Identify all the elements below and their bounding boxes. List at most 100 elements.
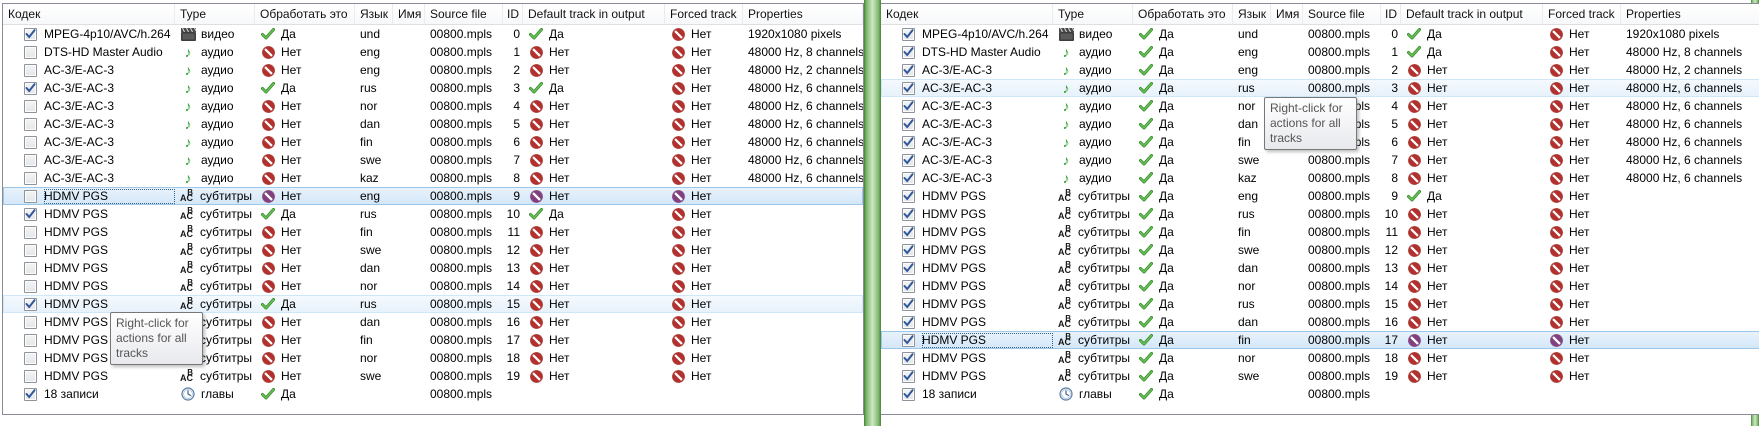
table-row[interactable]: HDMV PGS B AC субтитры Да dan 00800.mpls 1… xyxy=(881,313,1759,331)
table-row[interactable]: AC-3/E-AC-3 ♪ аудио Нет swe 00800.mpls 7 … xyxy=(3,151,863,169)
column-header[interactable]: Язык xyxy=(1233,4,1271,25)
table-row[interactable]: 18 записи главы Да 00800.mpls xyxy=(3,385,863,403)
track-checkbox[interactable] xyxy=(24,333,37,347)
track-checkbox[interactable] xyxy=(902,387,915,401)
table-row[interactable]: HDMV PGS BACсубтитры Нет dan 00800.mpls … xyxy=(3,259,863,277)
table-row[interactable]: 18 записи главы Да 00800.mpls xyxy=(881,385,1759,403)
table-row[interactable]: HDMV PGS B AC субтитры Да swe 00800.mpls 1… xyxy=(881,367,1759,385)
table-row[interactable]: AC-3/E-AC-3 ♪ аудио Да kaz 00800.mpls 8 Н… xyxy=(881,169,1759,187)
column-header[interactable]: Обработать это xyxy=(255,4,355,25)
track-checkbox[interactable] xyxy=(24,225,37,239)
table-row[interactable]: AC-3/E-AC-3 ♪ аудио Нет nor 00800.mpls 4 … xyxy=(3,97,863,115)
track-checkbox[interactable] xyxy=(24,117,37,131)
table-row[interactable]: HDMV PGS B AC субтитры Да swe 00800.mpls 1… xyxy=(881,241,1759,259)
track-checkbox[interactable] xyxy=(902,27,915,41)
track-checkbox[interactable] xyxy=(24,351,37,365)
track-checkbox[interactable] xyxy=(902,297,915,311)
table-row[interactable]: AC-3/E-AC-3 ♪ аудио Да rus 00800.mpls 3 Н… xyxy=(881,79,1759,97)
track-checkbox[interactable] xyxy=(902,225,915,239)
track-checkbox[interactable] xyxy=(902,369,915,383)
track-checkbox[interactable] xyxy=(24,81,37,95)
column-header[interactable]: Forced track xyxy=(665,4,743,25)
track-checkbox[interactable] xyxy=(902,243,915,257)
column-header[interactable]: Default track in output xyxy=(1401,4,1543,25)
track-checkbox[interactable] xyxy=(24,153,37,167)
column-header[interactable]: Имя xyxy=(393,4,425,25)
track-checkbox[interactable] xyxy=(902,153,915,167)
table-row[interactable]: MPEG-4p10/AVC/h.264 видео Да und 00800.m… xyxy=(3,25,863,43)
column-header[interactable]: Forced track xyxy=(1543,4,1621,25)
column-header[interactable]: Source file xyxy=(425,4,503,25)
track-checkbox[interactable] xyxy=(24,135,37,149)
column-header[interactable]: Язык xyxy=(355,4,393,25)
track-checkbox[interactable] xyxy=(902,63,915,77)
language-cell: fin xyxy=(360,135,373,149)
table-row[interactable]: AC-3/E-AC-3 ♪ аудио Да eng 00800.mpls 2 Н… xyxy=(881,61,1759,79)
table-row[interactable]: HDMV PGS B AC субтитры Да fin 00800.mpls 1… xyxy=(881,331,1759,349)
track-checkbox[interactable] xyxy=(902,135,915,149)
track-checkbox[interactable] xyxy=(24,27,37,41)
track-checkbox[interactable] xyxy=(902,315,915,329)
track-checkbox[interactable] xyxy=(24,369,37,383)
table-row[interactable]: HDMV PGS B AC субтитры Да rus 00800.mpls 1… xyxy=(3,295,863,313)
table-row[interactable]: DTS-HD Master Audio ♪ аудио Да eng 00800.… xyxy=(881,43,1759,61)
track-checkbox[interactable] xyxy=(902,351,915,365)
track-checkbox[interactable] xyxy=(24,297,37,311)
table-row[interactable]: HDMV PGS B AC субтитры Да fin 00800.mpls 1… xyxy=(881,223,1759,241)
track-checkbox[interactable] xyxy=(24,243,37,257)
table-row[interactable]: AC-3/E-AC-3 ♪ аудио Да swe 00800.mpls 7 Н… xyxy=(881,151,1759,169)
table-row[interactable]: AC-3/E-AC-3 ♪ аудио Да rus 00800.mpls 3 Д… xyxy=(3,79,863,97)
track-checkbox[interactable] xyxy=(24,279,37,293)
column-header[interactable]: Имя xyxy=(1271,4,1303,25)
table-row[interactable]: HDMV PGS BACсубтитры Нет fin 00800.mpls … xyxy=(3,223,863,241)
column-header[interactable]: ID xyxy=(503,4,523,25)
column-header[interactable]: Properties xyxy=(743,4,863,25)
table-row[interactable]: AC-3/E-AC-3 ♪ аудио Нет dan 00800.mpls 5 … xyxy=(3,115,863,133)
column-header[interactable]: Properties xyxy=(1621,4,1759,25)
track-checkbox[interactable] xyxy=(902,117,915,131)
table-row[interactable]: HDMV PGS BACсубтитры Нет nor 00800.mpls … xyxy=(3,277,863,295)
table-row[interactable]: HDMV PGS B AC субтитры Нет eng 00800.mpls … xyxy=(3,187,863,205)
column-header[interactable]: Type xyxy=(1053,4,1133,25)
table-row[interactable]: HDMV PGS B AC субтитры Да nor 00800.mpls 1… xyxy=(881,349,1759,367)
column-header[interactable]: Source file xyxy=(1303,4,1381,25)
track-checkbox[interactable] xyxy=(24,261,37,275)
track-checkbox[interactable] xyxy=(24,63,37,77)
column-header[interactable]: Default track in output xyxy=(523,4,665,25)
table-row[interactable]: HDMV PGS B AC субтитры Нет swe 00800.mpls … xyxy=(3,367,863,385)
table-row[interactable]: HDMV PGS B AC субтитры Нет swe 00800.mpls … xyxy=(3,241,863,259)
column-header[interactable]: Кодек xyxy=(3,4,175,25)
track-checkbox[interactable] xyxy=(24,99,37,113)
track-checkbox[interactable] xyxy=(24,315,37,329)
track-checkbox[interactable] xyxy=(902,99,915,113)
table-row[interactable]: HDMV PGS B AC субтитры Да rus 00800.mpls 1… xyxy=(881,205,1759,223)
table-row[interactable]: AC-3/E-AC-3 ♪ аудио Нет eng 00800.mpls 2 … xyxy=(3,61,863,79)
column-header[interactable]: Кодек xyxy=(881,4,1053,25)
track-checkbox[interactable] xyxy=(24,45,37,59)
table-row[interactable]: HDMV PGS B AC субтитры Да dan 00800.mpls 1… xyxy=(881,259,1759,277)
table-row[interactable]: HDMV PGS B AC субтитры Да nor 00800.mpls 1… xyxy=(881,277,1759,295)
track-checkbox[interactable] xyxy=(902,207,915,221)
column-header[interactable]: Type xyxy=(175,4,255,25)
track-checkbox[interactable] xyxy=(902,261,915,275)
table-row[interactable]: HDMV PGS B AC субтитры Да rus 00800.mpls 1… xyxy=(3,205,863,223)
track-checkbox[interactable] xyxy=(24,171,37,185)
track-checkbox[interactable] xyxy=(902,171,915,185)
track-checkbox[interactable] xyxy=(902,333,915,347)
column-header[interactable]: Обработать это xyxy=(1133,4,1233,25)
track-checkbox[interactable] xyxy=(902,189,915,203)
table-row[interactable]: MPEG-4p10/AVC/h.264 видео Да und 00800.m… xyxy=(881,25,1759,43)
forced-track-cell: Нет xyxy=(665,313,743,331)
table-row[interactable]: AC-3/E-AC-3 ♪ аудио Нет kaz 00800.mpls 8 … xyxy=(3,169,863,187)
track-checkbox[interactable] xyxy=(902,45,915,59)
table-row[interactable]: AC-3/E-AC-3 ♪ аудио Нет fin 00800.mpls 6 … xyxy=(3,133,863,151)
table-row[interactable]: DTS-HD Master Audio ♪ аудио Нет eng 00800… xyxy=(3,43,863,61)
track-checkbox[interactable] xyxy=(24,387,37,401)
column-header[interactable]: ID xyxy=(1381,4,1401,25)
track-checkbox[interactable] xyxy=(902,279,915,293)
table-row[interactable]: HDMV PGS B AC субтитры Да rus 00800.mpls 1… xyxy=(881,295,1759,313)
track-checkbox[interactable] xyxy=(24,189,37,203)
track-checkbox[interactable] xyxy=(24,207,37,221)
track-checkbox[interactable] xyxy=(902,81,915,95)
table-row[interactable]: HDMV PGS B AC субтитры Да eng 00800.mpls 9… xyxy=(881,187,1759,205)
